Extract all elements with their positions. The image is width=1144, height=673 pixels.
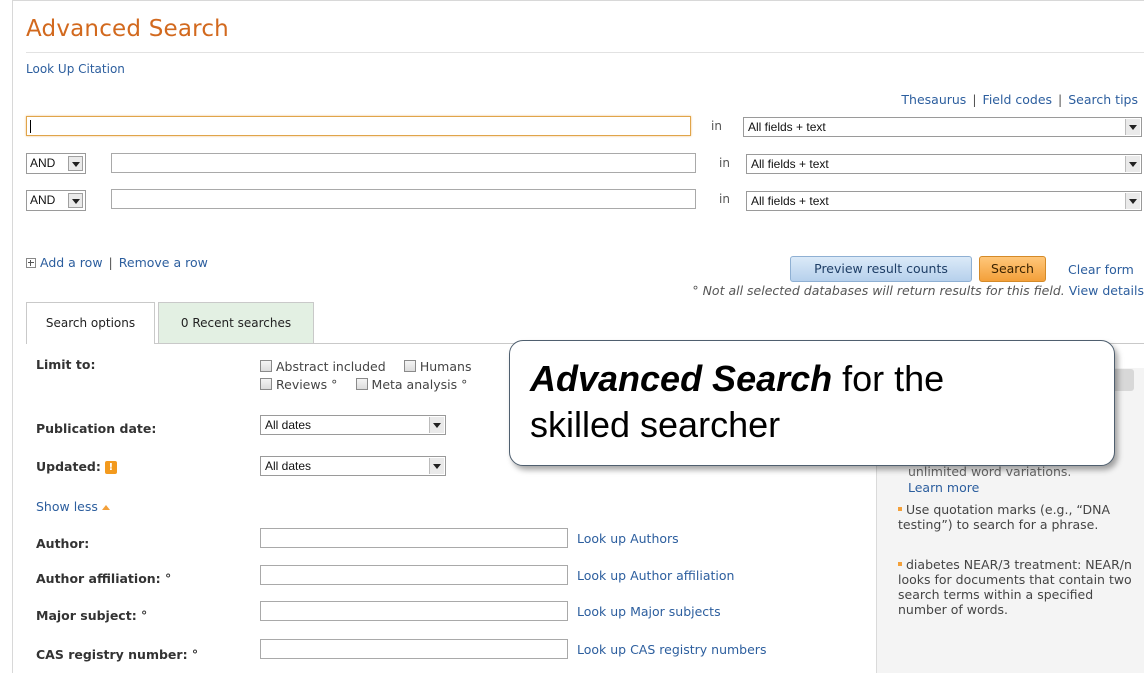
view-details-link[interactable]: View details [1069,283,1144,298]
clear-form-link[interactable]: Clear form [1068,262,1134,277]
search-tips-link[interactable]: Search tips [1068,92,1138,107]
plus-icon [26,257,36,268]
callout-text-line2: skilled searcher [530,404,781,445]
checkbox-label: Humans [419,359,472,374]
checkbox-label: Abstract included [276,359,386,374]
search-term-input-2[interactable] [111,153,696,173]
database-note: ° Not all selected databases will return… [692,283,1144,298]
checkbox-label: Meta analysis ° [371,377,468,392]
learn-more-link[interactable]: Learn more [908,480,979,495]
show-less-toggle[interactable]: Show less [36,499,110,514]
select-value: All dates [265,418,312,432]
limit-checkbox-row-2: Reviews ° Meta analysis ° [260,374,467,393]
limit-to-label: Limit to: [36,357,96,372]
preview-result-counts-button[interactable]: Preview result counts [790,256,972,282]
major-subject-input[interactable] [260,601,568,621]
dropdown-arrow-icon[interactable] [429,458,444,474]
boolean-operator-select-3[interactable]: AND [26,190,86,211]
title-divider [26,52,1144,53]
lookup-authors-link[interactable]: Look up Authors [577,531,679,546]
field-select-2[interactable]: All fields + text [746,154,1142,174]
search-term-input-3[interactable] [111,189,696,209]
major-subject-label: Major subject: ° [36,608,148,623]
dropdown-arrow-icon[interactable] [68,156,83,171]
updated-label-text: Updated: [36,459,101,474]
operator-value: AND [30,193,56,207]
in-label: in [719,192,730,206]
select-value: All dates [265,459,312,473]
separator: | [108,255,113,270]
humans-checkbox[interactable] [403,359,416,372]
field-select-value: All fields + text [748,120,826,134]
updated-select[interactable]: All dates [260,456,446,476]
field-select-value: All fields + text [751,194,829,208]
tip-partial-text: unlimited word variations. [908,464,1072,479]
separator: | [972,92,977,107]
lookup-author-affiliation-link[interactable]: Look up Author affiliation [577,568,734,583]
search-term-input-1[interactable] [26,116,691,136]
tip-quotation-marks: Use quotation marks (e.g., “DNA testing”… [898,502,1136,532]
meta-analysis-checkbox[interactable] [355,377,368,390]
field-select-3[interactable]: All fields + text [746,191,1142,211]
publication-date-select[interactable]: All dates [260,415,446,435]
checkbox-label: Reviews ° [276,377,338,392]
bullet-icon [898,506,902,511]
cas-registry-number-input[interactable] [260,639,568,659]
author-affiliation-input[interactable] [260,565,568,585]
dropdown-arrow-icon[interactable] [1125,119,1140,135]
tab-search-options[interactable]: Search options [26,302,155,344]
search-button[interactable]: Search [979,256,1046,282]
help-links: Thesaurus | Field codes | Search tips [901,92,1138,107]
in-label: in [711,119,722,133]
tip-near-operator: diabetes NEAR/3 treatment: NEAR/n looks … [898,557,1136,617]
separator: | [1058,92,1063,107]
limit-checkbox-row-1: Abstract included Humans [260,356,471,375]
boolean-operator-select-2[interactable]: AND [26,153,86,174]
field-codes-link[interactable]: Field codes [983,92,1052,107]
abstract-included-checkbox[interactable] [260,359,272,372]
remove-row-link[interactable]: Remove a row [119,255,208,270]
dropdown-arrow-icon[interactable] [68,193,83,208]
add-row-link[interactable]: Add a row [40,255,103,270]
publication-date-label: Publication date: [36,421,157,436]
author-input[interactable] [260,528,568,548]
in-label: in [719,156,730,170]
reviews-checkbox[interactable] [260,377,272,390]
database-note-text: ° Not all selected databases will return… [692,283,1065,298]
tip-text: Use quotation marks (e.g., “DNA testing”… [898,502,1111,532]
info-icon[interactable]: ! [104,461,117,474]
page-title: Advanced Search [26,16,229,42]
tip-text: diabetes NEAR/3 treatment: NEAR/n looks … [898,557,1132,617]
dropdown-arrow-icon[interactable] [1125,193,1140,209]
tab-recent-searches[interactable]: 0 Recent searches [158,302,314,343]
show-less-link[interactable]: Show less [36,499,98,514]
bullet-icon [898,561,902,566]
callout-text: Advanced Search for the skilled searcher [530,356,1100,448]
callout-bold-text: Advanced Search [530,358,833,399]
operator-value: AND [30,156,56,170]
author-affiliation-label: Author affiliation: ° [36,571,172,586]
text-caret [30,120,31,133]
lookup-citation-link[interactable]: Look Up Citation [26,62,125,76]
field-select-1[interactable]: All fields + text [743,117,1142,137]
cas-registry-number-label: CAS registry number: ° [36,647,199,662]
field-select-value: All fields + text [751,157,829,171]
dropdown-arrow-icon[interactable] [1125,156,1140,172]
lookup-major-subjects-link[interactable]: Look up Major subjects [577,604,721,619]
dropdown-arrow-icon[interactable] [429,417,444,433]
chevron-up-icon [101,505,110,510]
updated-label: Updated:! [36,459,117,474]
lookup-cas-registry-numbers-link[interactable]: Look up CAS registry numbers [577,642,766,657]
author-label: Author: [36,536,90,551]
callout-text-rest: for the [832,358,945,399]
thesaurus-link[interactable]: Thesaurus [901,92,966,107]
row-actions: Add a row | Remove a row [26,255,208,270]
